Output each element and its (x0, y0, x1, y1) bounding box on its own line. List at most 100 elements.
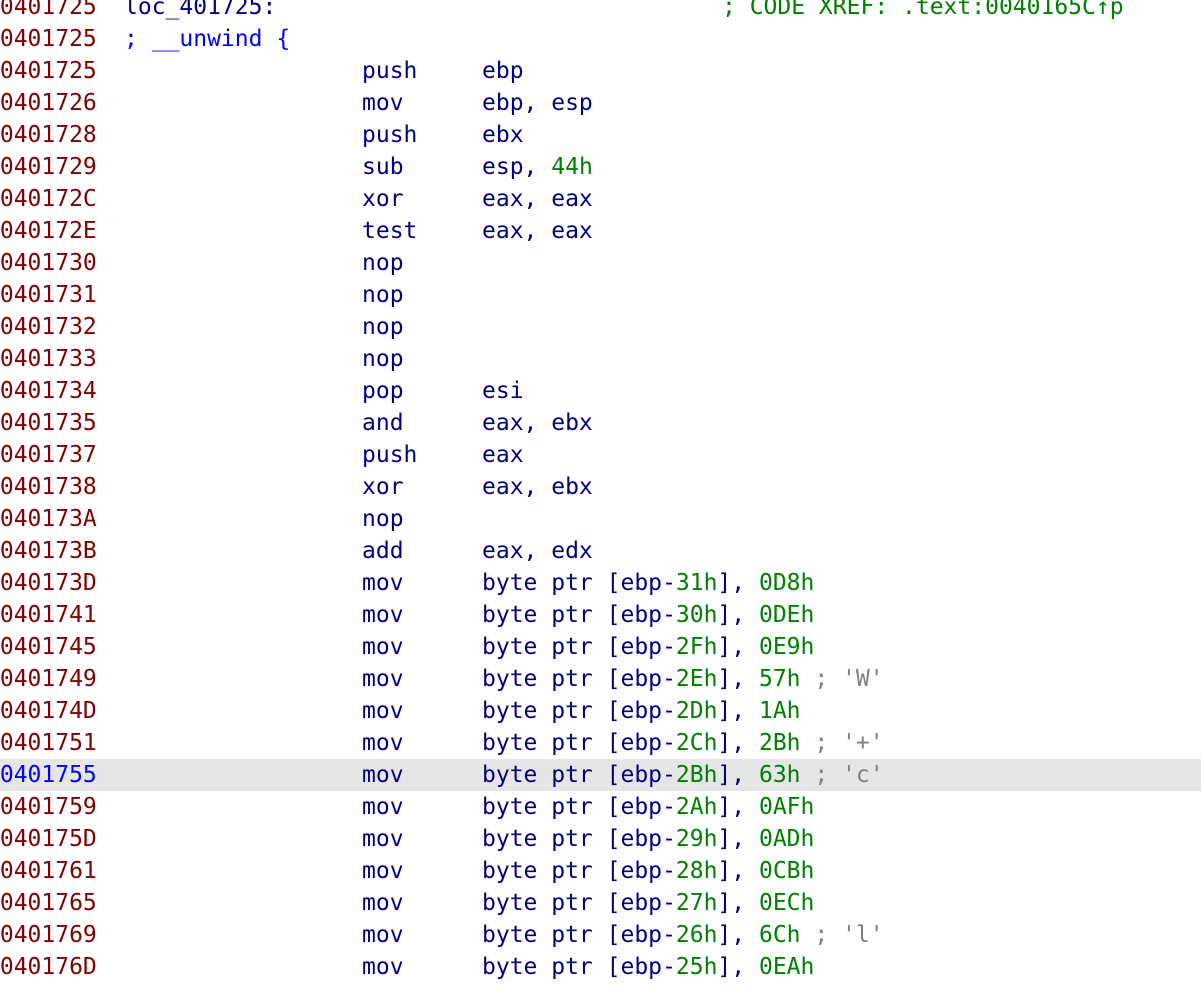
instruction-operands[interactable]: byte ptr [ebp-2Ch], 2Bh ; '+' (482, 727, 884, 759)
line-address[interactable]: 00401732 (0, 311, 97, 343)
operand-number[interactable]: 26h (676, 922, 718, 948)
line-address[interactable]: 00401734 (0, 375, 97, 407)
operand-number[interactable]: 0ECh (759, 890, 814, 916)
line-address[interactable]: 00401725 (0, 55, 97, 87)
instruction-operands[interactable]: byte ptr [ebp-26h], 6Ch ; 'l' (482, 919, 884, 951)
line-address[interactable]: 00401761 (0, 855, 97, 887)
operand-number[interactable]: 29h (676, 826, 718, 852)
operand-number[interactable]: 0E9h (759, 634, 814, 660)
instruction-mnemonic[interactable]: mov (362, 951, 404, 983)
operand-register[interactable]: ebp (482, 58, 524, 84)
instruction-operands[interactable]: byte ptr [ebp-25h], 0EAh (482, 951, 814, 983)
operand-register[interactable]: ebp, esp (482, 90, 593, 116)
instruction-operands[interactable]: eax, ebx (482, 407, 593, 439)
disasm-line[interactable]: 00401725 push ebp (0, 55, 1201, 87)
operand-register[interactable]: esi (482, 378, 524, 404)
operand-register[interactable]: byte ptr [ebp- (482, 922, 676, 948)
line-address[interactable]: 00401745 (0, 631, 97, 663)
disasm-line[interactable]: 00401737 push eax (0, 439, 1201, 471)
instruction-mnemonic[interactable]: nop (362, 343, 404, 375)
line-address[interactable]: 00401751 (0, 727, 97, 759)
operand-register[interactable]: ], (717, 762, 759, 788)
instruction-mnemonic[interactable]: mov (362, 599, 404, 631)
instruction-mnemonic[interactable]: mov (362, 87, 404, 119)
operand-register[interactable]: byte ptr [ebp- (482, 730, 676, 756)
line-address[interactable]: 00401731 (0, 279, 97, 311)
line-address[interactable]: 00401765 (0, 887, 97, 919)
disasm-line[interactable]: 0040175D mov byte ptr [ebp-29h], 0ADh (0, 823, 1201, 855)
instruction-operands[interactable]: ebp (482, 55, 524, 87)
operand-register[interactable]: eax, ebx (482, 474, 593, 500)
line-address[interactable]: 00401755 (0, 759, 97, 791)
operand-number[interactable]: 6Ch (759, 922, 801, 948)
instruction-operands[interactable]: byte ptr [ebp-2Dh], 1Ah (482, 695, 801, 727)
disasm-line[interactable]: 0040173D mov byte ptr [ebp-31h], 0D8h (0, 567, 1201, 599)
disasm-line[interactable]: 00401761 mov byte ptr [ebp-28h], 0CBh (0, 855, 1201, 887)
instruction-mnemonic[interactable]: mov (362, 887, 404, 919)
operand-register[interactable]: eax (482, 442, 524, 468)
operand-number[interactable]: 27h (676, 890, 718, 916)
operand-register[interactable]: byte ptr [ebp- (482, 826, 676, 852)
operand-number[interactable]: 2Ch (676, 730, 718, 756)
disasm-line[interactable]: 00401731 nop (0, 279, 1201, 311)
instruction-operands[interactable]: byte ptr [ebp-2Ah], 0AFh (482, 791, 814, 823)
disasm-line-selected[interactable]: 00401755 mov byte ptr [ebp-2Bh], 63h ; 'c' (0, 759, 1201, 791)
operand-number[interactable]: 1Ah (759, 698, 801, 724)
instruction-operands[interactable]: eax, eax (482, 183, 593, 215)
line-address[interactable]: 00401729 (0, 151, 97, 183)
instruction-operands[interactable]: eax, eax (482, 215, 593, 247)
line-address[interactable]: 0040175D (0, 823, 97, 855)
instruction-mnemonic[interactable]: mov (362, 919, 404, 951)
operand-number[interactable]: 2Bh (759, 730, 801, 756)
operand-number[interactable]: 25h (676, 954, 718, 980)
disasm-line[interactable]: 0040173A nop (0, 503, 1201, 535)
line-address[interactable]: 0040173B (0, 535, 97, 567)
operand-register[interactable]: ], (717, 826, 759, 852)
operand-register[interactable]: ], (717, 890, 759, 916)
line-address[interactable]: 00401735 (0, 407, 97, 439)
operand-number[interactable]: 44h (551, 154, 593, 180)
line-address[interactable]: 0040173D (0, 567, 97, 599)
operand-register[interactable]: eax, ebx (482, 410, 593, 436)
line-address[interactable]: 00401730 (0, 247, 97, 279)
line-address[interactable]: 00401737 (0, 439, 97, 471)
operand-number[interactable]: 0AFh (759, 794, 814, 820)
line-address[interactable]: 0040172C (0, 183, 97, 215)
disasm-line[interactable]: 00401733 nop (0, 343, 1201, 375)
disasm-line[interactable]: 00401735 and eax, ebx (0, 407, 1201, 439)
line-address[interactable]: 00401725 (0, 0, 97, 23)
disasm-line[interactable]: 0040173B add eax, edx (0, 535, 1201, 567)
disasm-line[interactable]: 00401741 mov byte ptr [ebp-30h], 0DEh (0, 599, 1201, 631)
disasm-line[interactable]: 00401725 ; __unwind { (0, 23, 1201, 55)
line-address[interactable]: 0040176D (0, 951, 97, 983)
disasm-line[interactable]: 00401732 nop (0, 311, 1201, 343)
instruction-mnemonic[interactable]: nop (362, 279, 404, 311)
instruction-mnemonic[interactable]: mov (362, 823, 404, 855)
instruction-mnemonic[interactable]: nop (362, 311, 404, 343)
instruction-operands[interactable]: byte ptr [ebp-2Fh], 0E9h (482, 631, 814, 663)
line-address[interactable]: 00401769 (0, 919, 97, 951)
operand-number[interactable]: 31h (676, 570, 718, 596)
disasm-line[interactable]: 00401738 xor eax, ebx (0, 471, 1201, 503)
instruction-mnemonic[interactable]: nop (362, 247, 404, 279)
xref-comment[interactable]: ; CODE XREF: .text:0040165C↑p (722, 0, 1124, 23)
operand-register[interactable]: ], (717, 666, 759, 692)
operand-number[interactable]: 0DEh (759, 602, 814, 628)
line-address[interactable]: 00401725 (0, 23, 97, 55)
operand-register[interactable]: byte ptr [ebp- (482, 762, 676, 788)
operand-number[interactable]: 2Ah (676, 794, 718, 820)
disasm-line[interactable]: 00401749 mov byte ptr [ebp-2Eh], 57h ; 'W' (0, 663, 1201, 695)
disasm-line[interactable]: 00401734 pop esi (0, 375, 1201, 407)
instruction-operands[interactable]: byte ptr [ebp-2Bh], 63h ; 'c' (482, 759, 884, 791)
instruction-mnemonic[interactable]: push (362, 55, 417, 87)
operand-number[interactable]: 0CBh (759, 858, 814, 884)
instruction-operands[interactable]: ebx (482, 119, 524, 151)
line-address[interactable]: 0040173A (0, 503, 97, 535)
instruction-mnemonic[interactable]: add (362, 535, 404, 567)
instruction-mnemonic[interactable]: mov (362, 855, 404, 887)
operand-number[interactable]: 63h (759, 762, 801, 788)
operand-register[interactable]: byte ptr [ebp- (482, 698, 676, 724)
operand-number[interactable]: 0ADh (759, 826, 814, 852)
instruction-mnemonic[interactable]: mov (362, 631, 404, 663)
instruction-operands[interactable]: byte ptr [ebp-29h], 0ADh (482, 823, 814, 855)
